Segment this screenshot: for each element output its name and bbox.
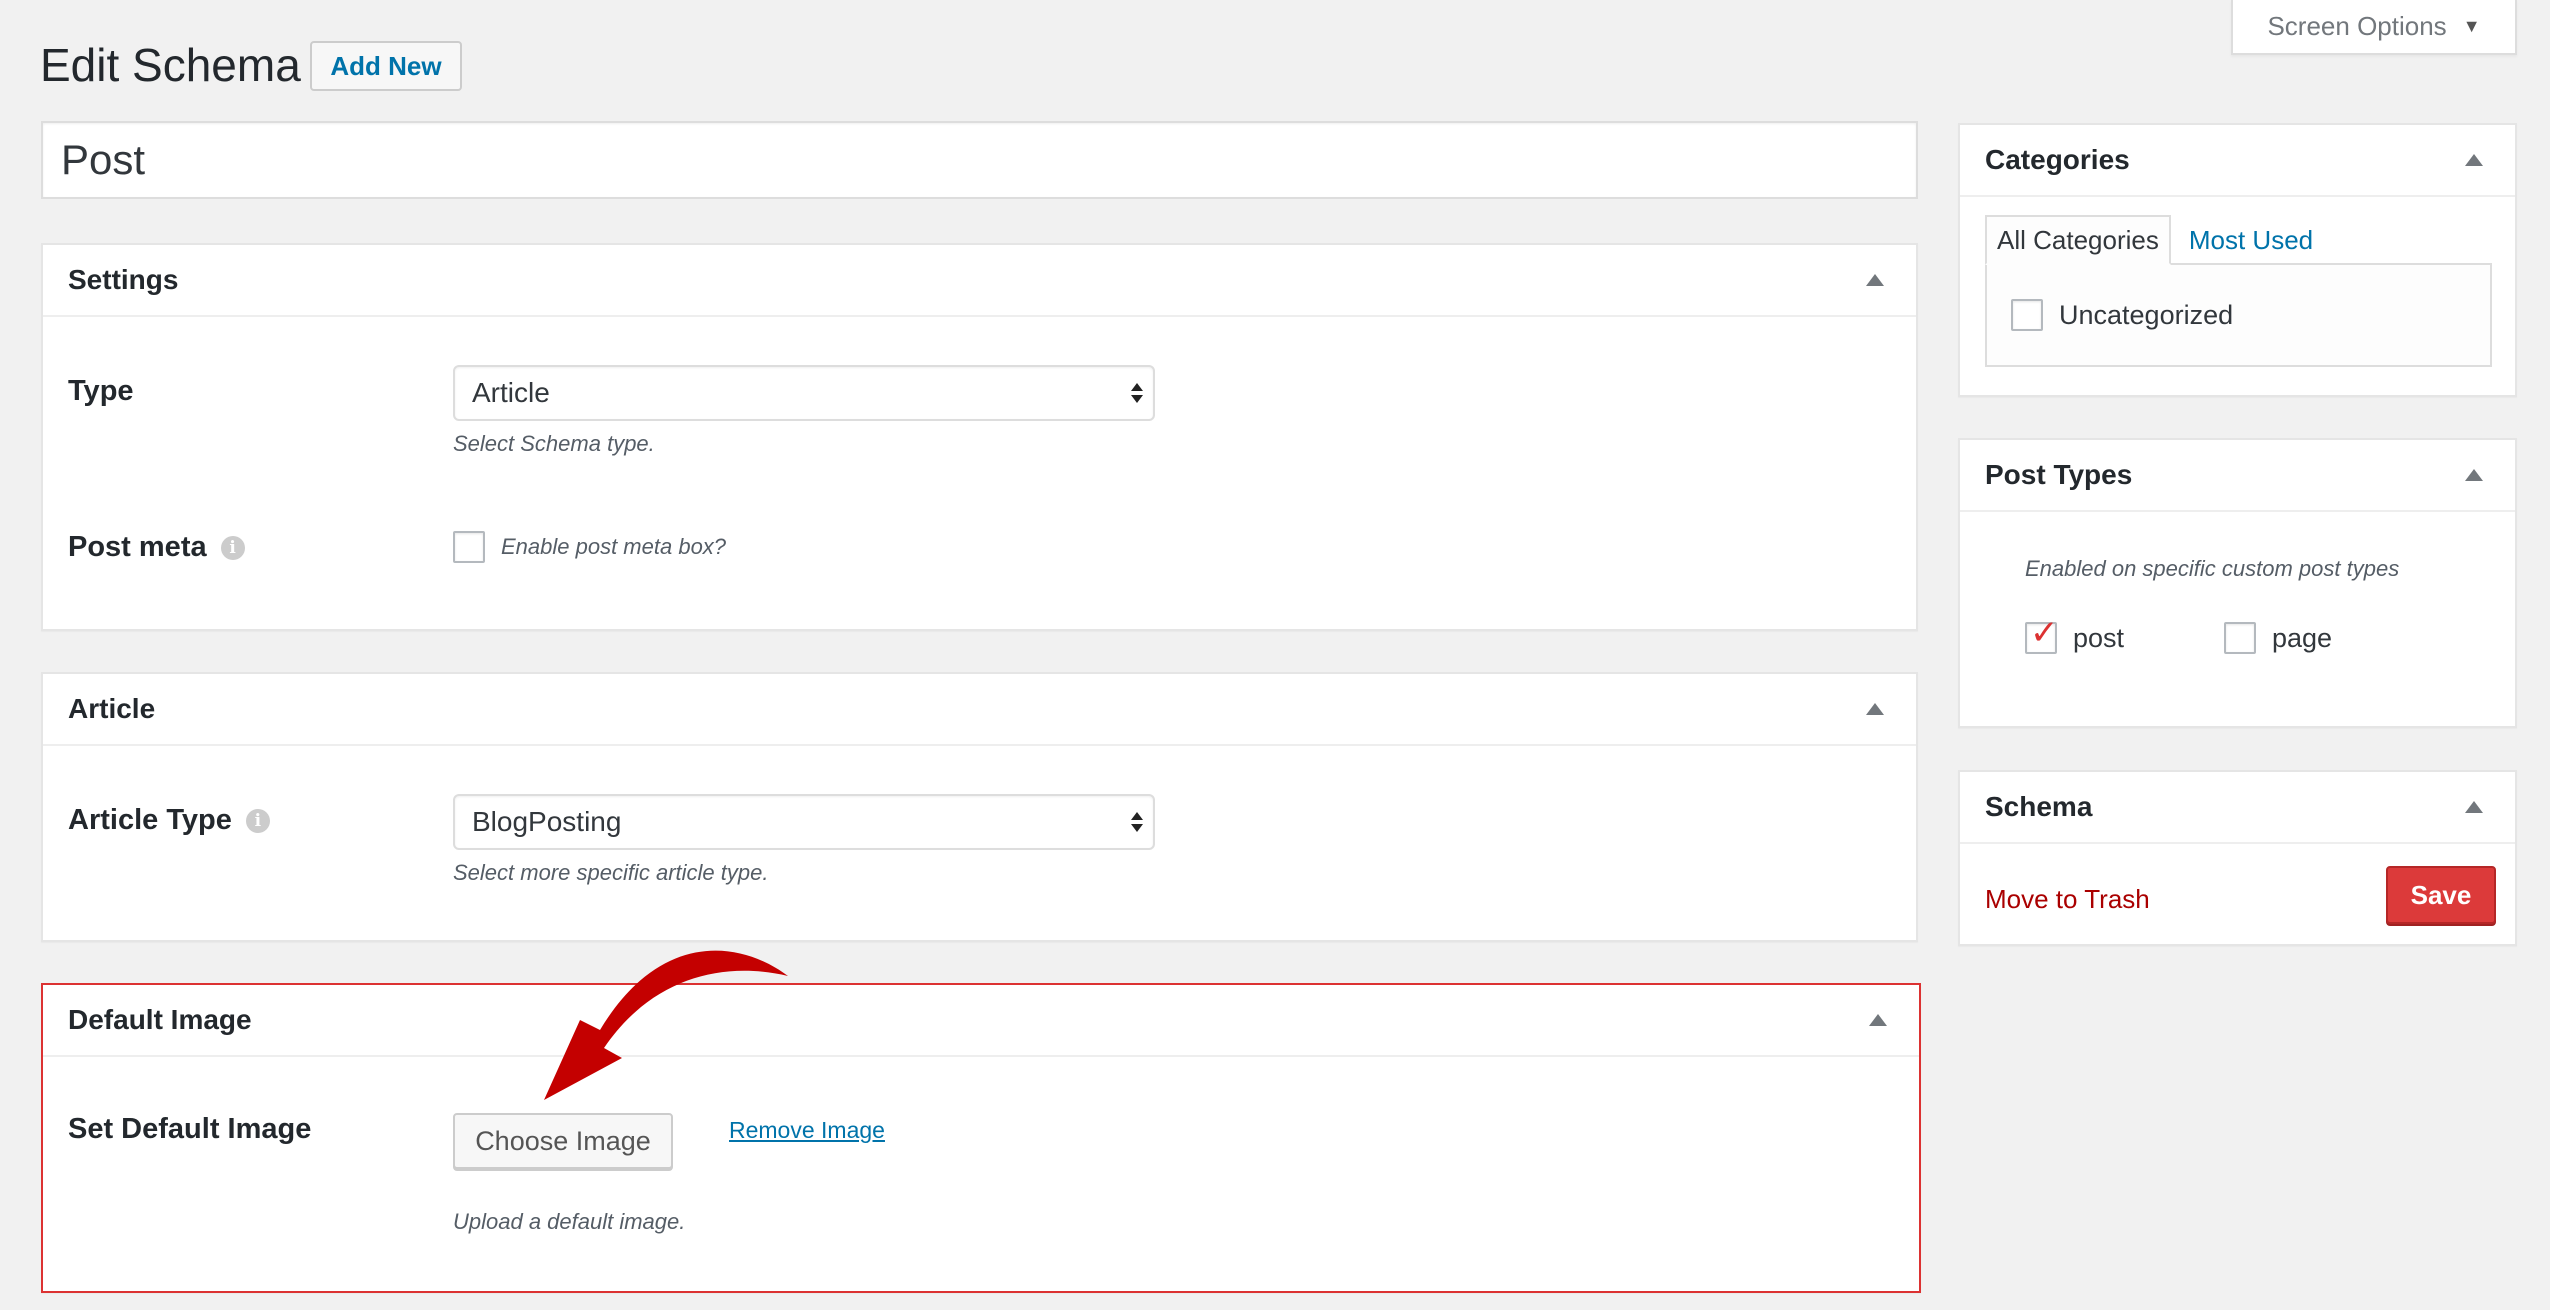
categories-box-title: Categories: [1985, 144, 2130, 175]
type-select-value: Article: [472, 377, 550, 408]
settings-box-header[interactable]: Settings: [43, 245, 1916, 317]
save-button[interactable]: Save: [2386, 866, 2496, 924]
post-meta-option[interactable]: Enable post meta box?: [453, 531, 726, 563]
settings-box: Settings Type Article Select Schema type…: [41, 243, 1918, 631]
add-new-button[interactable]: Add New: [310, 41, 462, 91]
tab-most-used[interactable]: Most Used: [2171, 215, 2323, 265]
page-checkbox[interactable]: [2224, 622, 2256, 654]
type-label: Type: [68, 375, 134, 408]
post-meta-checkbox[interactable]: [453, 531, 485, 563]
post-types-box: Post Types Enabled on specific custom po…: [1958, 438, 2517, 728]
collapse-arrow-icon[interactable]: [2465, 154, 2483, 166]
collapse-arrow-icon[interactable]: [2465, 469, 2483, 481]
page-title: Edit Schema: [40, 39, 301, 91]
post-meta-label: Post meta i: [68, 531, 245, 564]
article-type-description: Select more specific article type.: [453, 860, 769, 885]
post-types-box-title: Post Types: [1985, 459, 2133, 490]
article-type-label-text: Article Type: [68, 804, 232, 836]
caret-down-icon: ▼: [2462, 16, 2481, 36]
default-image-box-title: Default Image: [68, 1004, 252, 1035]
post-type-item-post[interactable]: ✓ post: [2025, 616, 2125, 654]
post-checkbox[interactable]: ✓: [2025, 616, 2059, 654]
category-tabs: All Categories Most Used: [1985, 215, 2323, 265]
screen-options-button[interactable]: Screen Options ▼: [2231, 0, 2517, 55]
category-item-uncategorized[interactable]: Uncategorized: [2011, 299, 2233, 331]
post-meta-label-text: Post meta: [68, 531, 207, 563]
page-label: page: [2272, 622, 2333, 653]
uncategorized-label: Uncategorized: [2059, 299, 2234, 330]
article-type-label: Article Type i: [68, 804, 270, 837]
schema-box: Schema Move to Trash Save: [1958, 770, 2517, 946]
remove-image-link[interactable]: Remove Image: [729, 1117, 885, 1144]
post-types-description: Enabled on specific custom post types: [2025, 556, 2400, 581]
categories-box: Categories All Categories Most Used Unca…: [1958, 123, 2517, 397]
type-select[interactable]: Article: [453, 365, 1155, 421]
collapse-arrow-icon[interactable]: [2465, 801, 2483, 813]
article-box-header[interactable]: Article: [43, 674, 1916, 746]
checkmark-icon: ✓: [2030, 614, 2059, 652]
article-type-select-value: BlogPosting: [472, 806, 622, 837]
categories-box-header[interactable]: Categories: [1960, 125, 2515, 197]
collapse-arrow-icon[interactable]: [1869, 1014, 1887, 1026]
select-arrows-icon: [1131, 812, 1143, 832]
article-box: Article Article Type i BlogPosting Selec…: [41, 672, 1918, 942]
settings-box-title: Settings: [68, 264, 179, 295]
annotation-arrow-icon: [544, 950, 788, 1100]
select-arrows-icon: [1131, 383, 1143, 403]
info-icon[interactable]: i: [245, 808, 270, 833]
article-box-title: Article: [68, 693, 156, 724]
choose-image-button[interactable]: Choose Image: [453, 1113, 673, 1169]
screen-options-label: Screen Options: [2267, 11, 2447, 41]
move-to-trash-link[interactable]: Move to Trash: [1985, 884, 2150, 915]
tab-all-categories[interactable]: All Categories: [1985, 215, 2171, 265]
uncategorized-checkbox[interactable]: [2011, 299, 2043, 331]
default-image-box-header[interactable]: Default Image: [43, 985, 1919, 1057]
schema-box-header[interactable]: Schema: [1960, 772, 2515, 844]
set-default-image-label: Set Default Image: [68, 1113, 311, 1146]
post-meta-checkbox-label: Enable post meta box?: [501, 534, 727, 559]
set-default-image-label-text: Set Default Image: [68, 1113, 312, 1145]
post-type-item-page[interactable]: page: [2224, 622, 2332, 654]
schema-box-title: Schema: [1985, 791, 2093, 822]
post-label: post: [2073, 622, 2125, 653]
type-label-text: Type: [68, 375, 134, 407]
default-image-description: Upload a default image.: [453, 1209, 686, 1234]
post-types-box-header[interactable]: Post Types: [1960, 440, 2515, 512]
type-description: Select Schema type.: [453, 431, 655, 456]
article-type-select[interactable]: BlogPosting: [453, 794, 1155, 850]
default-image-box: Default Image Set Default Image Choose I…: [41, 983, 1921, 1293]
category-list: Uncategorized: [1985, 263, 2492, 367]
post-title-input[interactable]: Post: [41, 121, 1918, 199]
collapse-arrow-icon[interactable]: [1866, 703, 1884, 715]
collapse-arrow-icon[interactable]: [1866, 274, 1884, 286]
info-icon[interactable]: i: [220, 535, 245, 560]
